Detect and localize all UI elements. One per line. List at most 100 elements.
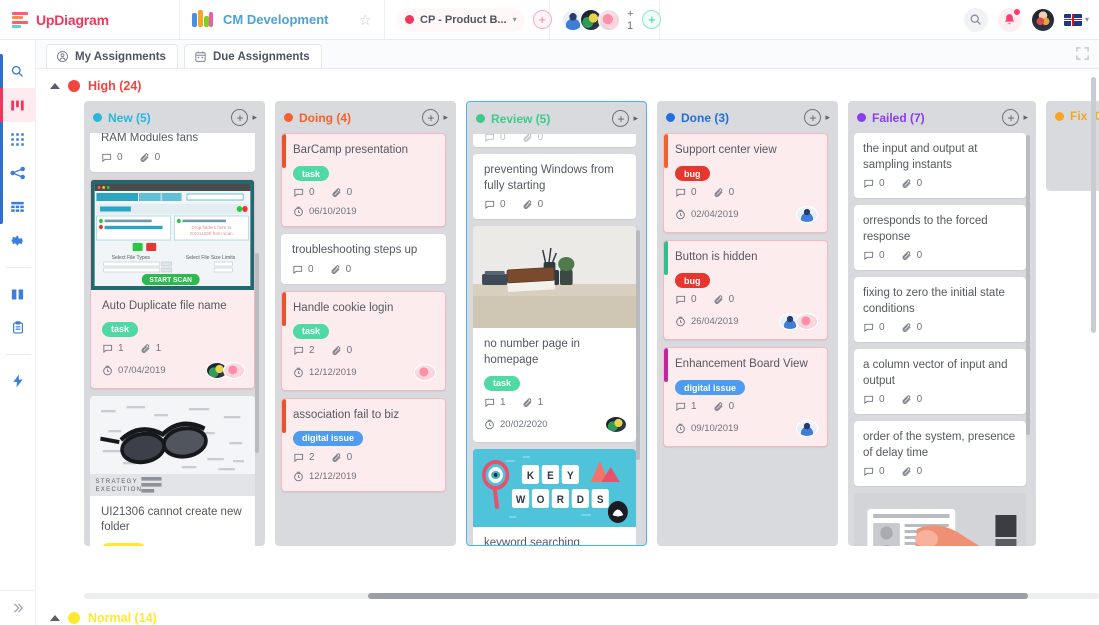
- attachment-count: 0: [155, 152, 161, 163]
- bell-icon[interactable]: [998, 8, 1022, 32]
- card[interactable]: RAM Modules fans 0 0: [90, 133, 255, 172]
- sidebar-item-table[interactable]: [0, 190, 36, 224]
- card-assignees[interactable]: [605, 416, 627, 433]
- card[interactable]: fixing to zero the initial state conditi…: [854, 277, 1026, 342]
- card[interactable]: no number page in homepage task 1 1: [473, 226, 636, 442]
- card-tag[interactable]: center: [101, 543, 146, 546]
- card[interactable]: Drop folders here to EXCLUDE from scan S…: [90, 179, 255, 389]
- sidebar-item-search[interactable]: [0, 54, 36, 88]
- card[interactable]: STRATEGY EXECUTION UI21306 cannot create…: [90, 396, 255, 546]
- card-tag[interactable]: task: [293, 166, 329, 181]
- svg-text:Select File Types: Select File Types: [112, 254, 151, 260]
- card[interactable]: Support center view bug 0 0: [663, 133, 828, 233]
- card[interactable]: KEY WOR DS: [473, 449, 636, 545]
- card[interactable]: Button is hidden bug 0 0: [663, 240, 828, 340]
- group-header-high[interactable]: High (24): [36, 69, 1099, 101]
- column-cards: 0 0 preventing Windows from fully st: [473, 134, 640, 545]
- attachment-count: 0: [917, 250, 923, 261]
- avatar[interactable]: [414, 364, 436, 381]
- card-edge-marker: [664, 134, 668, 168]
- group-header-normal[interactable]: Normal (14): [36, 599, 1099, 625]
- card-tag[interactable]: bug: [675, 273, 710, 288]
- add-member-button[interactable]: +: [642, 10, 661, 29]
- card-assignees[interactable]: [796, 206, 818, 223]
- fullscreen-expand-icon[interactable]: [1075, 46, 1090, 61]
- sidebar-item-board[interactable]: [0, 88, 36, 122]
- card[interactable]: the input and output at sampling instant…: [854, 133, 1026, 198]
- project-selector-cell: CP - Product B... ▾ +: [385, 0, 550, 39]
- body: My Assignments Due Assignments: [0, 40, 1099, 625]
- project-pill[interactable]: CP - Product B... ▾: [397, 8, 525, 32]
- sidebar-item-automation[interactable]: [0, 364, 36, 398]
- column-scrollbar[interactable]: [1026, 135, 1030, 435]
- card-tag[interactable]: task: [293, 324, 329, 339]
- card-meta: 0 0: [675, 187, 818, 198]
- tab-due-assignments[interactable]: Due Assignments: [184, 44, 322, 68]
- search-icon[interactable]: [964, 8, 988, 32]
- triangle-up-icon[interactable]: [50, 615, 60, 621]
- chevron-right-icon[interactable]: ▸: [825, 112, 830, 123]
- add-card-button[interactable]: +: [422, 109, 439, 126]
- avatar[interactable]: [605, 416, 627, 433]
- sidebar-item-reports[interactable]: [0, 311, 36, 345]
- card-tag[interactable]: digital issue: [675, 380, 745, 395]
- board-horizontal-scrollbar[interactable]: [84, 593, 1099, 599]
- card[interactable]: orresponds to the forced response 0 0: [854, 205, 1026, 270]
- comment-count: 0: [879, 466, 885, 477]
- star-outline-icon[interactable]: ☆: [359, 11, 372, 29]
- tab-my-assignments[interactable]: My Assignments: [46, 44, 178, 68]
- sidebar-item-library[interactable]: [0, 277, 36, 311]
- chevron-right-icon[interactable]: ▸: [443, 112, 448, 123]
- user-avatar[interactable]: [1032, 9, 1054, 31]
- avatar[interactable]: [598, 9, 620, 31]
- card-assignees[interactable]: [779, 313, 818, 330]
- paperclip-icon: [901, 322, 912, 333]
- card[interactable]: troubleshooting steps up 0 0: [281, 234, 446, 284]
- chevron-right-icon[interactable]: ▸: [633, 113, 638, 124]
- card[interactable]: [854, 493, 1026, 546]
- column-scrollbar[interactable]: [255, 253, 259, 453]
- board-scroll-region[interactable]: High (24) New (5) + ▸: [36, 69, 1099, 587]
- card-meta: 2 0: [293, 452, 436, 463]
- card[interactable]: Handle cookie login task 2 0: [281, 291, 446, 391]
- card[interactable]: 0 0: [473, 134, 636, 147]
- card-assignees[interactable]: [414, 364, 436, 381]
- triangle-up-icon[interactable]: [50, 83, 60, 89]
- card-assignees[interactable]: [796, 420, 818, 437]
- column-doing: Doing (4) + ▸ BarCamp presentation: [275, 101, 456, 546]
- card[interactable]: association fail to biz digital issue 2 …: [281, 398, 446, 492]
- avatar[interactable]: [796, 420, 818, 437]
- group-label: Normal (14): [88, 611, 157, 625]
- card[interactable]: a column vector of input and output 0 0: [854, 349, 1026, 414]
- logo[interactable]: UpDiagram: [0, 0, 180, 39]
- sidebar-item-settings[interactable]: [0, 224, 36, 258]
- avatar[interactable]: [796, 313, 818, 330]
- board-vertical-scrollbar[interactable]: [1091, 77, 1096, 333]
- card-tag[interactable]: task: [102, 322, 138, 337]
- avatar[interactable]: [796, 206, 818, 223]
- app-root: UpDiagram CM Development ☆ CP - Product …: [0, 0, 1099, 625]
- board-selector[interactable]: CM Development ☆: [180, 0, 385, 39]
- add-card-button[interactable]: +: [804, 109, 821, 126]
- card-tag[interactable]: task: [484, 376, 520, 391]
- card[interactable]: order of the system, presence of delay t…: [854, 421, 1026, 486]
- add-card-button[interactable]: +: [1002, 109, 1019, 126]
- add-project-button[interactable]: +: [533, 10, 552, 29]
- card[interactable]: preventing Windows from fully starting 0…: [473, 154, 636, 219]
- sidebar-item-grid[interactable]: [0, 122, 36, 156]
- card-tag[interactable]: bug: [675, 166, 710, 181]
- chevron-right-icon[interactable]: ▸: [252, 112, 257, 123]
- avatar[interactable]: [223, 362, 245, 379]
- card-assignees[interactable]: [206, 362, 245, 379]
- chevron-right-icon[interactable]: ▸: [1023, 112, 1028, 123]
- sidebar-item-workflow[interactable]: [0, 156, 36, 190]
- card[interactable]: BarCamp presentation task 0 0: [281, 133, 446, 227]
- sidebar-collapse-button[interactable]: [0, 590, 36, 625]
- card[interactable]: Enhancement Board View digital issue 1 0: [663, 347, 828, 447]
- add-card-button[interactable]: +: [612, 110, 629, 127]
- card-tag[interactable]: digital issue: [293, 431, 363, 446]
- comment-bubble-icon: [675, 401, 686, 412]
- column-scrollbar[interactable]: [636, 230, 640, 460]
- add-card-button[interactable]: +: [231, 109, 248, 126]
- language-selector[interactable]: ▾: [1064, 14, 1089, 26]
